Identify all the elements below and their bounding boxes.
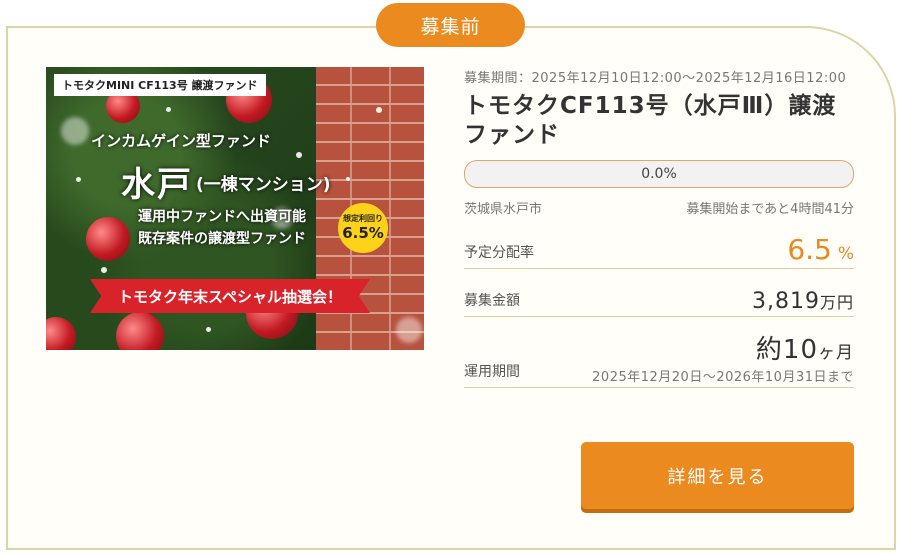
yield-badge-label: 想定利回り — [343, 214, 383, 223]
amount-number: 3,819 — [752, 289, 820, 314]
term-unit: ヶ月 — [818, 343, 854, 363]
feature-line: 既存案件の譲渡型ファンド — [138, 231, 306, 247]
yield-badge-value: 6.5% — [342, 224, 384, 242]
snowflake — [376, 107, 382, 113]
funding-progress-text: 0.0% — [641, 166, 677, 182]
funding-progress-bar: 0.0% — [464, 160, 854, 188]
term-value: 約10ヶ月 — [592, 329, 854, 366]
yield-badge: 想定利回り 6.5% — [338, 203, 388, 253]
ornament — [86, 217, 130, 261]
snowflake — [166, 107, 171, 112]
feature-text: 運用中ファンドへ出資可能 既存案件の譲渡型ファンド — [138, 206, 306, 250]
snowflake — [396, 317, 422, 343]
amount-value: 3,819万円 — [752, 289, 854, 316]
term-dates: 2025年12月20日〜2026年10月31日まで — [592, 370, 854, 385]
campaign-ribbon: トモタク年末スペシャル抽選会！ — [90, 279, 370, 313]
snowflake — [346, 177, 350, 181]
snowflake — [76, 177, 81, 182]
term-number: 10 — [782, 335, 818, 365]
location-row: 茨城県水戸市 募集開始まであと4時間41分 — [464, 198, 854, 217]
yield-value: 6.5% — [787, 233, 854, 268]
recruitment-period: 募集期間：2025年12月10日12:00〜2025年12月16日12:00 — [464, 71, 847, 86]
status-tab: 募集前 — [376, 3, 525, 47]
feature-line: 運用中ファンドへ出資可能 — [138, 209, 306, 225]
amount-row: 募集金額 3,819万円 — [464, 269, 854, 317]
fund-thumbnail[interactable]: トモタクMINI CF113号 譲渡ファンド インカムゲイン型ファンド 水戸 (… — [46, 67, 424, 350]
fund-code-label: トモタクMINI CF113号 譲渡ファンド — [54, 74, 266, 96]
fund-info: 募集期間：2025年12月10日12:00〜2025年12月16日12:00 ト… — [464, 68, 854, 388]
yield-row: 予定分配率 6.5% — [464, 225, 854, 269]
amount-unit: 万円 — [819, 293, 854, 312]
fund-title[interactable]: トモタクCF113号（水戸Ⅲ）譲渡ファンド — [464, 92, 854, 150]
snowflake — [206, 327, 211, 332]
snowflake — [296, 152, 302, 158]
fund-type-text: インカムゲイン型ファンド — [91, 132, 271, 150]
building-type-text: (一棟マンション) — [196, 175, 331, 195]
snowflake — [101, 267, 107, 273]
location: 茨城県水戸市 — [464, 202, 543, 217]
start-countdown: 募集開始まであと4時間41分 — [686, 202, 854, 217]
term-label: 運用期間 — [464, 364, 520, 380]
yield-label: 予定分配率 — [464, 245, 534, 261]
term-prefix: 約 — [755, 335, 783, 365]
yield-unit: % — [837, 244, 854, 264]
city-text: 水戸 — [121, 165, 193, 205]
yield-number: 6.5 — [787, 233, 832, 266]
term-info: 約10ヶ月 2025年12月20日〜2026年10月31日まで — [592, 329, 854, 387]
view-details-button[interactable]: 詳細を見る — [581, 442, 854, 509]
amount-label: 募集金額 — [464, 293, 520, 309]
term-row: 運用期間 約10ヶ月 2025年12月20日〜2026年10月31日まで — [464, 317, 854, 388]
